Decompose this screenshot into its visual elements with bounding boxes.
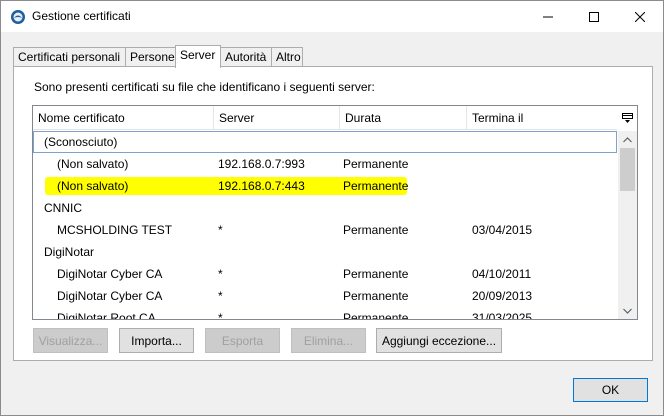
esporta-button[interactable]: Esporta xyxy=(205,328,280,353)
cell-server: 192.168.0.7:993 xyxy=(218,157,305,171)
cell-durata: Permanente xyxy=(343,157,409,171)
cell-durata: Permanente xyxy=(343,289,409,303)
minimize-button[interactable] xyxy=(525,1,571,32)
scroll-thumb[interactable] xyxy=(620,148,635,191)
close-icon xyxy=(635,11,645,22)
tree-item-row-highlighted[interactable]: (Non salvato) 192.168.0.7:443 Permanente xyxy=(33,175,617,197)
vertical-scrollbar[interactable] xyxy=(618,131,637,319)
cell-durata: Permanente xyxy=(343,311,409,320)
tab-certificati-personali[interactable]: Certificati personali xyxy=(13,47,126,67)
group-label: DigiNotar xyxy=(44,245,95,259)
tree-group-row[interactable]: CNNIC xyxy=(33,197,617,219)
tab-server[interactable]: Server xyxy=(175,45,221,68)
cell-server: * xyxy=(218,289,223,303)
tree-group-row[interactable]: DigiNotar xyxy=(33,241,617,263)
title-bar: Gestione certificati xyxy=(1,1,663,32)
column-header-termina-il[interactable]: Termina il xyxy=(467,106,617,130)
group-label: (Sconosciuto) xyxy=(44,135,118,149)
chevron-up-icon xyxy=(623,136,632,142)
cell-termina: 04/10/2011 xyxy=(472,267,532,281)
tree-item-row[interactable]: DigiNotar Root CA * Permanente 31/03/202… xyxy=(33,307,617,320)
visualizza-button[interactable]: Visualizza... xyxy=(33,328,108,353)
tree-item-row[interactable]: DigiNotar Cyber CA * Permanente 20/09/20… xyxy=(33,285,617,307)
cell-server: * xyxy=(218,267,223,281)
close-window-button[interactable] xyxy=(617,1,663,32)
certificate-manager-window: Gestione certificati Certificati persona… xyxy=(0,0,664,416)
tab-altro[interactable]: Altro xyxy=(271,47,303,67)
column-picker-button[interactable] xyxy=(617,106,637,130)
scroll-up-button[interactable] xyxy=(618,131,637,148)
cell-nome: DigiNotar Cyber CA xyxy=(57,267,163,281)
cell-server: 192.168.0.7:443 xyxy=(218,179,305,193)
cell-nome: (Non salvato) xyxy=(57,157,129,171)
certificate-tree[interactable]: Nome certificato Server Durata Termina i… xyxy=(32,105,638,320)
cell-termina: 31/03/2025 xyxy=(472,311,533,320)
column-header-durata[interactable]: Durata xyxy=(340,106,467,130)
cell-nome: DigiNotar Cyber CA xyxy=(57,289,163,303)
cell-durata: Permanente xyxy=(343,223,409,237)
panel-description: Sono presenti certificati su file che id… xyxy=(34,80,375,94)
cell-termina: 03/04/2015 xyxy=(472,223,533,237)
tree-item-row[interactable]: MCSHOLDING TEST * Permanente 03/04/2015 xyxy=(33,219,617,241)
tab-persone[interactable]: Persone xyxy=(125,47,177,67)
group-label: CNNIC xyxy=(44,201,82,215)
cell-nome: (Non salvato) xyxy=(57,179,129,193)
ok-button[interactable]: OK xyxy=(573,378,648,402)
window-title: Gestione certificati xyxy=(32,9,131,23)
cell-nome: DigiNotar Root CA xyxy=(57,311,156,320)
tab-autorita[interactable]: Autorità xyxy=(220,47,272,67)
server-tab-panel: Sono presenti certificati su file che id… xyxy=(13,66,653,361)
column-header-server[interactable]: Server xyxy=(214,106,340,130)
thunderbird-icon xyxy=(11,10,25,24)
cell-durata: Permanente xyxy=(343,267,409,281)
tree-group-row[interactable]: (Sconosciuto) xyxy=(33,131,617,153)
minimize-icon xyxy=(543,16,553,17)
maximize-button[interactable] xyxy=(571,1,617,32)
tree-item-row[interactable]: DigiNotar Cyber CA * Permanente 04/10/20… xyxy=(33,263,617,285)
tree-item-row[interactable]: (Non salvato) 192.168.0.7:993 Permanente xyxy=(33,153,617,175)
aggiungi-eccezione-button[interactable]: Aggiungi eccezione... xyxy=(376,328,502,353)
cell-termina: 20/09/2013 xyxy=(472,289,533,303)
scroll-down-button[interactable] xyxy=(618,302,637,319)
cell-nome: MCSHOLDING TEST xyxy=(57,223,173,237)
tree-header: Nome certificato Server Durata Termina i… xyxy=(33,106,617,130)
chevron-down-icon xyxy=(623,308,632,314)
cell-server: * xyxy=(218,223,223,237)
importa-button[interactable]: Importa... xyxy=(119,328,194,353)
column-header-nome-certificato[interactable]: Nome certificato xyxy=(33,106,214,130)
cell-durata: Permanente xyxy=(343,179,409,193)
cell-server: * xyxy=(218,311,223,320)
column-picker-icon xyxy=(621,112,633,123)
elimina-button[interactable]: Elimina... xyxy=(291,328,366,353)
maximize-icon xyxy=(589,11,599,22)
